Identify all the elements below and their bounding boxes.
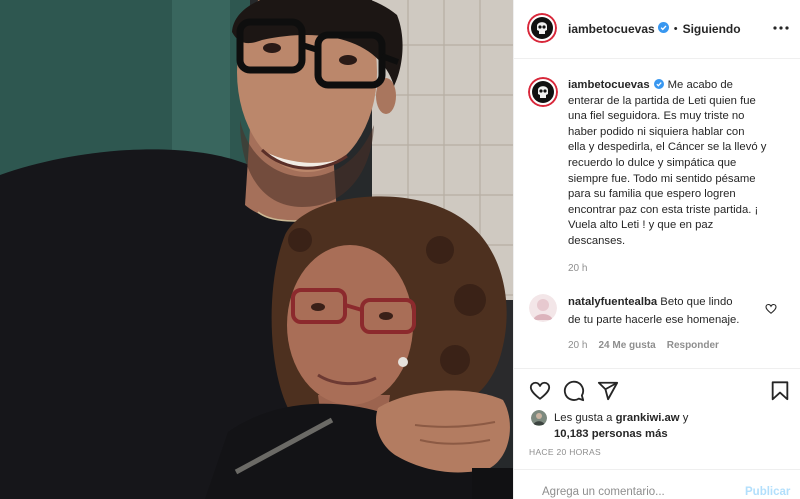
heart-icon [529,381,551,400]
avatar-head [537,299,549,311]
post-timestamp[interactable]: HACE 20 HORAS [529,447,601,458]
ellipsis-dot [785,26,789,30]
heart-path [529,381,551,400]
ellipsis-icon [773,26,789,30]
man-eye [339,55,357,65]
post-caption: iambetocuevas Me acabo de enterar de la p… [568,78,766,250]
skull-eye [543,89,547,93]
man-eye [263,43,281,53]
woman-eye [379,312,393,320]
skull-avatar-icon [527,13,557,43]
like-button[interactable] [529,380,551,402]
woman-earring [398,357,408,367]
comment-line: natalyfuentealba Beto que lindo [568,293,739,311]
hair-curl [454,284,486,316]
post-sidebar: iambetocuevas • Siguiendo iambetocuevas … [513,0,800,499]
caption-line: enterar de la partida de Leti quien fue [568,94,756,107]
heart-outline-icon [765,303,777,314]
comment-item: natalyfuentealba Beto que lindo de tu pa… [568,293,739,329]
skull-avatar-icon [528,77,558,107]
comment-like-button[interactable] [765,302,777,314]
header-username[interactable]: iambetocuevas [568,22,655,36]
caption-username[interactable]: iambetocuevas [568,79,650,91]
likes-count[interactable]: 10,183 personas más [554,426,668,442]
header-separator: • [673,22,678,35]
comment-time[interactable]: 20 h [568,339,587,352]
comment-meta: 20 h 24 Me gusta Responder [568,339,730,352]
comment-box-divider [514,469,800,470]
caption-author-avatar[interactable] [528,77,558,107]
ellipsis-dot [773,26,777,30]
skull-eye [542,25,546,29]
comment-bubble-icon [563,380,585,402]
verified-badge-graphic [657,21,669,33]
share-button[interactable] [597,380,619,402]
comment-username[interactable]: natalyfuentealba [568,296,657,308]
follow-status-button[interactable]: Siguiendo [683,22,741,36]
caption-time[interactable]: 20 h [568,262,587,276]
likes-summary: Les gusta a grankiwi.aw y [554,410,688,426]
comment-input[interactable] [539,481,745,499]
author-avatar[interactable] [527,13,557,43]
caption-line: recuerdo lo dulce y simpática que [568,156,737,169]
post-header: iambetocuevas • Siguiendo [568,21,741,36]
save-button[interactable] [769,380,791,402]
post-photo [0,0,513,499]
badge-circle [657,21,669,33]
actions-divider [514,368,800,369]
commenter-avatar-graphic [529,294,557,322]
likes-user[interactable]: grankiwi.aw [616,412,680,424]
caption-line: una fiel seguidora. Es muy triste no [568,110,745,123]
hair-curl [426,236,454,264]
caption-text: Me acabo de [667,79,733,91]
liker-avatar[interactable] [531,410,547,426]
caption-line: descanses. [568,234,626,247]
caption-line: para su familia que espero logren [568,188,736,201]
verified-badge-icon [657,21,669,36]
woman-eye [311,303,325,311]
caption-line: encontrar paz con esta triste partida. ¡ [568,203,759,216]
hair-curl [440,345,470,375]
caption-line: siempre fue. Todo mi sentido pésame [568,172,756,185]
caption-line: ella y despedirla, el Cáncer se la llevó… [568,141,767,154]
likes-suffix: y [682,412,689,424]
skull-eye [539,89,543,93]
plane-path [597,381,619,401]
caption-line: iambetocuevas Me acabo de [568,78,766,94]
post-photo-graphic [0,0,513,499]
woman-face [287,245,413,405]
skull-eye [538,25,542,29]
comment-text: Beto que lindo [660,296,733,308]
caption-line: Vuela alto Leti ! y que en paz [568,219,714,232]
caption-line: haber podido ni siquiera hablar con [568,125,745,138]
badge-circle [653,79,664,89]
hair-curl [288,228,312,252]
paper-plane-icon [597,381,619,401]
publish-button[interactable]: Publicar [745,483,790,499]
likes-prefix: Les gusta a [554,412,613,424]
commenter-avatar[interactable] [529,294,557,322]
avatar-head [536,413,542,419]
bottom-shadow [472,468,513,499]
bookmark-icon [771,381,789,401]
verified-badge-icon [653,79,664,95]
heart-path [765,303,777,314]
more-options-button[interactable] [772,21,790,35]
comment-likes-count[interactable]: 24 Me gusta [598,339,655,352]
comment-button[interactable] [563,380,585,402]
post-view: iambetocuevas • Siguiendo iambetocuevas … [0,0,800,499]
header-divider [514,58,800,59]
liker-avatar-graphic [531,410,547,426]
bookmark-path [771,381,789,401]
bubble-path [563,380,585,402]
ellipsis-dot [779,26,783,30]
comment-line: de tu parte hacerle ese homenaje. [568,314,740,326]
verified-badge-graphic [653,79,664,89]
reply-button[interactable]: Responder [667,339,719,352]
